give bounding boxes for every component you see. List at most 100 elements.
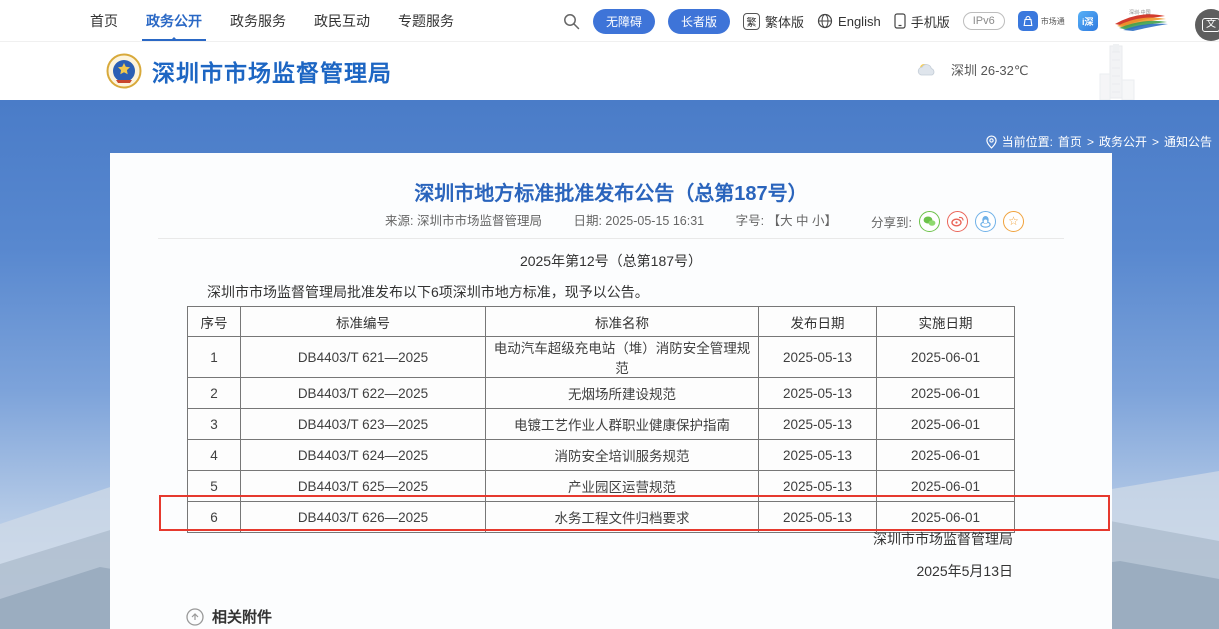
- share-wechat-icon[interactable]: [919, 211, 940, 232]
- market-app-label: 市场通: [1041, 16, 1065, 27]
- date-label: 日期:: [573, 214, 601, 228]
- table-cell: 2025-05-13: [759, 337, 877, 378]
- fontsize-options[interactable]: 【大 中 小】: [768, 214, 837, 228]
- weather-widget: 深圳 26-32℃: [915, 60, 1028, 79]
- title-divider: [158, 238, 1064, 239]
- table-header-cell: 实施日期: [877, 307, 1015, 337]
- traditional-chinese-toggle[interactable]: 繁 繁体版: [743, 12, 804, 31]
- shenzhen-city-logo[interactable]: 深圳·中国: [1111, 6, 1169, 37]
- nav-gov-services[interactable]: 政务服务: [230, 11, 286, 31]
- breadcrumb: 当前位置: 首页 > 政务公开 > 通知公告: [986, 133, 1212, 150]
- utility-bar: 首页 政务公开 政务服务 政民互动 专题服务 无障碍 长者版 繁 繁体版 Eng…: [0, 0, 1219, 42]
- table-header-cell: 标准名称: [486, 307, 759, 337]
- breadcrumb-notice[interactable]: 通知公告: [1164, 133, 1212, 150]
- building-watermark: [1088, 44, 1144, 105]
- government-emblem-icon: [106, 53, 142, 89]
- fontsize-label: 字号:: [736, 214, 764, 228]
- share-bar: 分享到: ☆: [871, 209, 1024, 233]
- table-cell: DB4403/T 625—2025: [241, 471, 486, 502]
- table-cell: 4: [188, 440, 241, 471]
- body-paragraph: 深圳市市场监督管理局批准发布以下6项深圳市地方标准，现予以公告。: [207, 282, 649, 302]
- date-value: 2025-05-15 16:31: [605, 214, 704, 228]
- page: 当前位置: 首页 > 政务公开 > 通知公告 深圳市地方标准批准发布公告（总第1…: [0, 0, 1219, 629]
- traditional-icon: 繁: [743, 13, 760, 30]
- table-body: 1DB4403/T 621—2025电动汽车超级充电站（堆）消防安全管理规范20…: [188, 337, 1015, 533]
- table-cell: 2025-06-01: [877, 337, 1015, 378]
- table-row: 2DB4403/T 622—2025无烟场所建设规范2025-05-132025…: [188, 378, 1015, 409]
- location-pin-icon: [986, 135, 997, 149]
- site-logo-link[interactable]: 深圳市市场监督管理局: [106, 53, 392, 89]
- traditional-label: 繁体版: [765, 12, 804, 31]
- ipv6-badge[interactable]: IPv6: [963, 12, 1005, 30]
- table-header-row: 序号标准编号标准名称发布日期实施日期: [188, 307, 1015, 337]
- table-row: 4DB4403/T 624—2025消防安全培训服务规范2025-05-1320…: [188, 440, 1015, 471]
- share-weibo-icon[interactable]: [947, 211, 968, 232]
- mobile-version-toggle[interactable]: 手机版: [894, 12, 950, 31]
- table-cell: 2025-05-13: [759, 378, 877, 409]
- table-cell: 无烟场所建设规范: [486, 378, 759, 409]
- article-meta: 来源: 深圳市市场监督管理局 日期: 2025-05-15 16:31 字号: …: [110, 209, 1112, 233]
- table-cell: DB4403/T 624—2025: [241, 440, 486, 471]
- elder-version-button[interactable]: 长者版: [668, 9, 730, 34]
- source-label: 来源:: [385, 214, 413, 228]
- english-toggle[interactable]: English: [817, 13, 881, 29]
- table-row: 5DB4403/T 625—2025产业园区运营规范2025-05-132025…: [188, 471, 1015, 502]
- main-nav: 首页 政务公开 政务服务 政民互动 专题服务: [90, 0, 454, 42]
- share-favorite-icon[interactable]: ☆: [1003, 211, 1024, 232]
- table-cell: 2025-06-01: [877, 378, 1015, 409]
- site-header: 深圳市市场监督管理局 深圳 26-32℃: [0, 42, 1219, 100]
- translate-button[interactable]: 文: [1195, 9, 1219, 41]
- table-row: 3DB4403/T 623—2025电镀工艺作业人群职业健康保护指南2025-0…: [188, 409, 1015, 440]
- table-cell: 2025-05-13: [759, 471, 877, 502]
- breadcrumb-label: 当前位置:: [1002, 133, 1053, 150]
- breadcrumb-home[interactable]: 首页: [1058, 133, 1082, 150]
- table-cell: 产业园区运营规范: [486, 471, 759, 502]
- nav-gov-info[interactable]: 政务公开: [146, 11, 202, 31]
- standards-table: 序号标准编号标准名称发布日期实施日期 1DB4403/T 621—2025电动汽…: [187, 306, 1015, 533]
- globe-icon: [817, 13, 833, 29]
- table-cell: 6: [188, 502, 241, 533]
- table-header-cell: 序号: [188, 307, 241, 337]
- table-cell: 电动汽车超级充电站（堆）消防安全管理规范: [486, 337, 759, 378]
- accessibility-button[interactable]: 无障碍: [593, 9, 655, 34]
- nav-home[interactable]: 首页: [90, 11, 118, 31]
- table-cell: 5: [188, 471, 241, 502]
- breadcrumb-zwgk[interactable]: 政务公开: [1099, 133, 1147, 150]
- table-cell: 1: [188, 337, 241, 378]
- signature-date: 2025年5月13日: [873, 561, 1013, 581]
- market-app-link[interactable]: 市场通: [1018, 11, 1065, 31]
- nav-special[interactable]: 专题服务: [398, 11, 454, 31]
- table-header-cell: 发布日期: [759, 307, 877, 337]
- signature-block: 深圳市市场监督管理局 2025年5月13日: [873, 529, 1013, 581]
- table-cell: 2025-05-13: [759, 440, 877, 471]
- attachments-title: 相关附件: [212, 606, 272, 627]
- nav-interaction[interactable]: 政民互动: [314, 11, 370, 31]
- toolbar: 无障碍 长者版 繁 繁体版 English 手机版 IPv6: [563, 0, 1169, 42]
- source-value: 深圳市市场监督管理局: [417, 214, 542, 228]
- share-label: 分享到:: [871, 212, 912, 231]
- table-head: 序号标准编号标准名称发布日期实施日期: [188, 307, 1015, 337]
- table-row: 1DB4403/T 621—2025电动汽车超级充电站（堆）消防安全管理规范20…: [188, 337, 1015, 378]
- signature-org: 深圳市市场监督管理局: [873, 529, 1013, 549]
- english-label: English: [838, 14, 881, 29]
- table-cell: 3: [188, 409, 241, 440]
- article-title: 深圳市地方标准批准发布公告（总第187号）: [110, 177, 1112, 206]
- table-cell: 水务工程文件归档要求: [486, 502, 759, 533]
- table-cell: DB4403/T 626—2025: [241, 502, 486, 533]
- weather-text: 深圳 26-32℃: [951, 60, 1028, 79]
- breadcrumb-separator: >: [1087, 135, 1094, 149]
- table-header-cell: 标准编号: [241, 307, 486, 337]
- market-app-icon: [1018, 11, 1038, 31]
- table-cell: 2025-05-13: [759, 409, 877, 440]
- table-cell: 消防安全培训服务规范: [486, 440, 759, 471]
- site-title: 深圳市市场监督管理局: [152, 54, 392, 88]
- doc-number: 2025年第12号（总第187号）: [110, 251, 1112, 271]
- share-qq-icon[interactable]: [975, 211, 996, 232]
- attachments-section: 相关附件: [186, 606, 272, 627]
- table-cell: 2025-06-01: [877, 502, 1015, 533]
- table-cell: 2: [188, 378, 241, 409]
- table-cell: 2025-06-01: [877, 440, 1015, 471]
- attachment-icon: [186, 608, 204, 626]
- search-icon[interactable]: [563, 13, 580, 30]
- ishenzhen-app-icon[interactable]: i深: [1078, 11, 1098, 31]
